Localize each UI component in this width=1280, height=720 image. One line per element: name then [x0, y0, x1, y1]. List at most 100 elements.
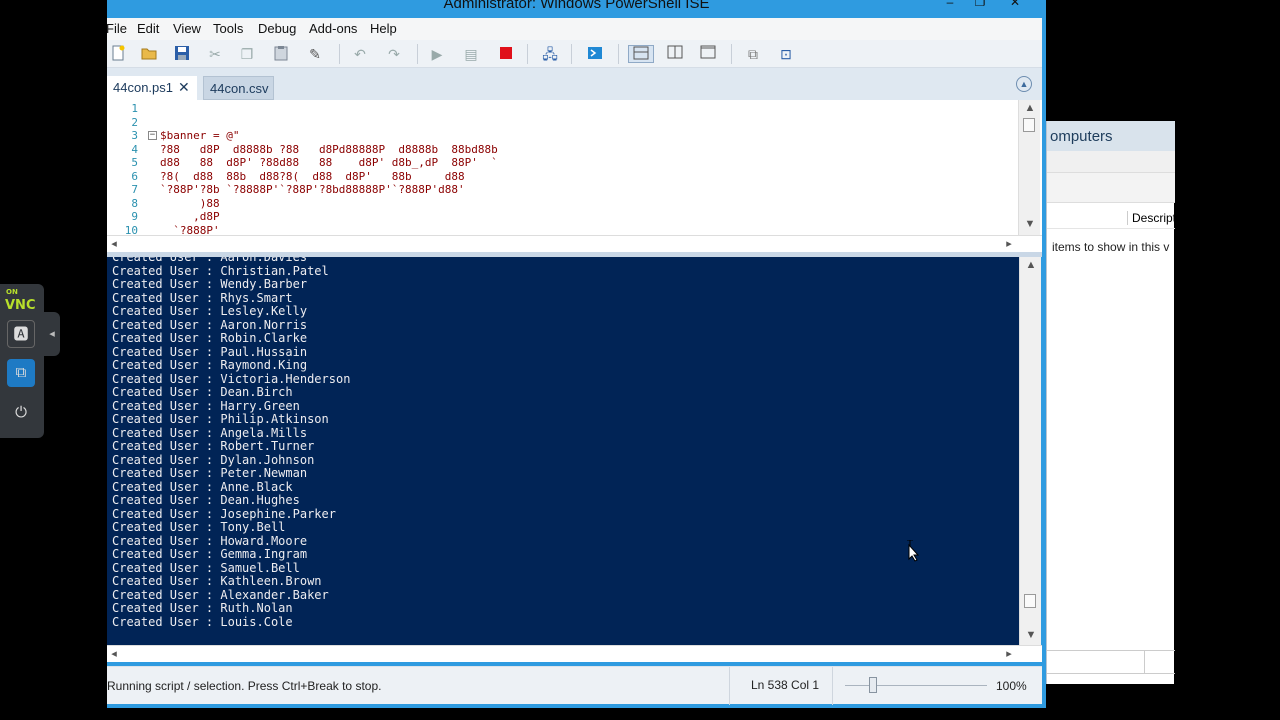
zoom-level: 100%: [996, 679, 1027, 693]
script-editor[interactable]: 1 2 3 $banner = @" 4 ?88 d8P d8888b ?88 d8Pd8…: [107, 100, 1042, 235]
toolbar-separator: [571, 44, 572, 64]
fold-toggle-icon[interactable]: −: [148, 131, 157, 140]
console-line: Created User : Anne.Black: [112, 479, 293, 494]
close-tab-icon[interactable]: ✕: [178, 79, 190, 96]
console-line: Created User : Tony.Bell: [112, 520, 286, 534]
console-line: Created User : Dean.Birch: [112, 385, 293, 399]
scroll-right-icon[interactable]: ▸: [1002, 647, 1016, 660]
console-line: Created User : Howard.Moore: [112, 533, 308, 548]
clear-icon[interactable]: ✎: [306, 45, 324, 63]
scroll-thumb[interactable]: [1024, 594, 1036, 608]
line-number: 9: [131, 210, 138, 223]
tab-44con-ps1[interactable]: 44con.ps1 ✕: [107, 76, 197, 100]
line-number: 4: [131, 142, 138, 156]
line-number: 7: [131, 183, 138, 196]
background-window-column-header[interactable]: Descript: [1047, 207, 1176, 229]
title-bar[interactable]: Administrator: Windows PowerShell ISE: [107, 0, 1046, 18]
command-addon-icon[interactable]: ⊡: [777, 45, 795, 63]
layout-right-icon[interactable]: [666, 45, 684, 63]
scroll-up-icon[interactable]: ▲: [1024, 259, 1038, 271]
powershell-console-icon[interactable]: [586, 45, 604, 63]
scroll-up-icon[interactable]: ▲: [1023, 102, 1037, 114]
open-icon[interactable]: [140, 45, 158, 63]
background-window: omputers Descript items to show in this …: [1046, 121, 1176, 684]
tab-label: 44con.csv: [210, 81, 269, 96]
vnc-scale-button[interactable]: ⧉: [7, 359, 35, 387]
stop-icon[interactable]: [497, 45, 515, 63]
code-line[interactable]: `?888P': [160, 224, 219, 236]
new-icon[interactable]: [109, 45, 127, 63]
run-selection-icon[interactable]: ▤: [462, 45, 480, 63]
toolbar-separator: [339, 44, 340, 64]
toolbar: ✂ ❐ ✎ ↶ ↷ ▶ ▤ 🖧 ⧉ ⊡: [107, 40, 1042, 68]
code-line[interactable]: ?88 d8P d8888b ?88 d8Pd88888P d8888b 88b…: [160, 143, 498, 156]
menu-debug[interactable]: Debug: [258, 21, 296, 36]
console-line: Created User : Lesley.Kelly: [112, 304, 308, 318]
menu-addons[interactable]: Add-ons: [309, 21, 357, 36]
undo-icon[interactable]: ↶: [351, 45, 369, 63]
mouse-cursor-icon: [906, 539, 920, 562]
console-line: Created User : Peter.Newman: [112, 466, 308, 480]
background-window-menu: [1047, 151, 1175, 173]
code-line[interactable]: )88: [160, 197, 220, 210]
zoom-slider-track[interactable]: [845, 685, 987, 686]
status-message: Running script / selection. Press Ctrl+B…: [107, 679, 382, 693]
tab-44con-csv[interactable]: 44con.csv: [203, 76, 274, 100]
scroll-thumb[interactable]: [1023, 118, 1035, 132]
status-divider: [832, 667, 833, 705]
background-window-hscroll[interactable]: [1047, 650, 1175, 674]
vnc-logo-text: VNC: [5, 298, 36, 313]
code-line[interactable]: ,d8P: [160, 210, 220, 223]
run-icon[interactable]: ▶: [428, 45, 446, 63]
console-horizontal-scrollbar[interactable]: ◂ ▸: [107, 645, 1042, 662]
minimize-button[interactable]: ‒: [937, 0, 963, 8]
cut-icon[interactable]: ✂: [206, 45, 224, 63]
console-line: Created User : Paul.Hussain: [112, 344, 308, 359]
menu-bar: File Edit View Tools Debug Add-ons Help: [106, 18, 1042, 40]
code-line[interactable]: $banner = @": [160, 129, 239, 142]
layout-top-icon[interactable]: [628, 45, 654, 63]
maximize-button[interactable]: ❐: [967, 0, 993, 8]
menu-tools[interactable]: Tools: [213, 21, 243, 36]
console-line: Created User : Kathleen.Brown: [112, 574, 322, 588]
column-description-label[interactable]: Descript: [1127, 211, 1176, 225]
scroll-left-icon[interactable]: ◂: [107, 647, 121, 660]
show-commands-icon[interactable]: ⧉: [744, 45, 762, 63]
collapse-script-pane-icon[interactable]: ▲: [1016, 76, 1032, 92]
console-line: Created User : Harry.Green: [112, 398, 300, 413]
layout-max-icon[interactable]: [699, 45, 717, 63]
editor-vertical-scrollbar[interactable]: ▲ ▼: [1018, 100, 1040, 235]
vnc-collapse-tab[interactable]: ◂: [44, 312, 60, 356]
save-icon[interactable]: [173, 45, 191, 63]
paste-icon[interactable]: [272, 45, 290, 63]
scroll-down-icon[interactable]: ▼: [1024, 629, 1038, 641]
console-pane[interactable]: Created User : Aaron.Davies Created User …: [107, 257, 1019, 645]
menu-file[interactable]: File: [106, 21, 127, 36]
menu-help[interactable]: Help: [370, 21, 397, 36]
code-line[interactable]: d88 88 d8P' ?88d88 88 d8P' d8b_,dP 88P' …: [160, 156, 498, 169]
line-number: 8: [131, 196, 138, 210]
menu-view[interactable]: View: [173, 21, 201, 36]
console-line: Created User : Angela.Mills: [112, 425, 308, 440]
background-window-toolbar: [1047, 173, 1175, 203]
code-line[interactable]: ?8( d88 88b d88?8( d88 d8P' 88b d88: [160, 170, 465, 183]
close-button[interactable]: ✕: [1002, 0, 1028, 8]
scroll-right-icon[interactable]: ▸: [1002, 237, 1016, 250]
scroll-down-icon[interactable]: ▼: [1023, 218, 1037, 230]
scroll-left-icon[interactable]: ◂: [107, 237, 121, 250]
toolbar-separator: [618, 44, 619, 64]
code-line[interactable]: `?88P'?8b `?8888P'`?88P'?8bd88888P'`?888…: [160, 183, 465, 196]
line-number: 1: [131, 102, 138, 115]
editor-horizontal-scrollbar[interactable]: ◂ ▸: [107, 235, 1042, 252]
remote-powershell-icon[interactable]: 🖧: [541, 45, 559, 63]
console-line: Created User : Robert.Turner: [112, 439, 315, 453]
line-number: 3: [131, 129, 138, 142]
redo-icon[interactable]: ↷: [385, 45, 403, 63]
vnc-power-button[interactable]: ⏻: [7, 399, 35, 427]
zoom-slider-thumb[interactable]: [869, 677, 878, 693]
console-vertical-scrollbar[interactable]: ▲ ▼: [1019, 257, 1041, 645]
menu-edit[interactable]: Edit: [137, 21, 159, 36]
copy-icon[interactable]: ❐: [238, 45, 256, 63]
console-line: Created User : Ruth.Nolan: [112, 601, 293, 615]
vnc-keyboard-button[interactable]: 🅰: [7, 320, 35, 348]
